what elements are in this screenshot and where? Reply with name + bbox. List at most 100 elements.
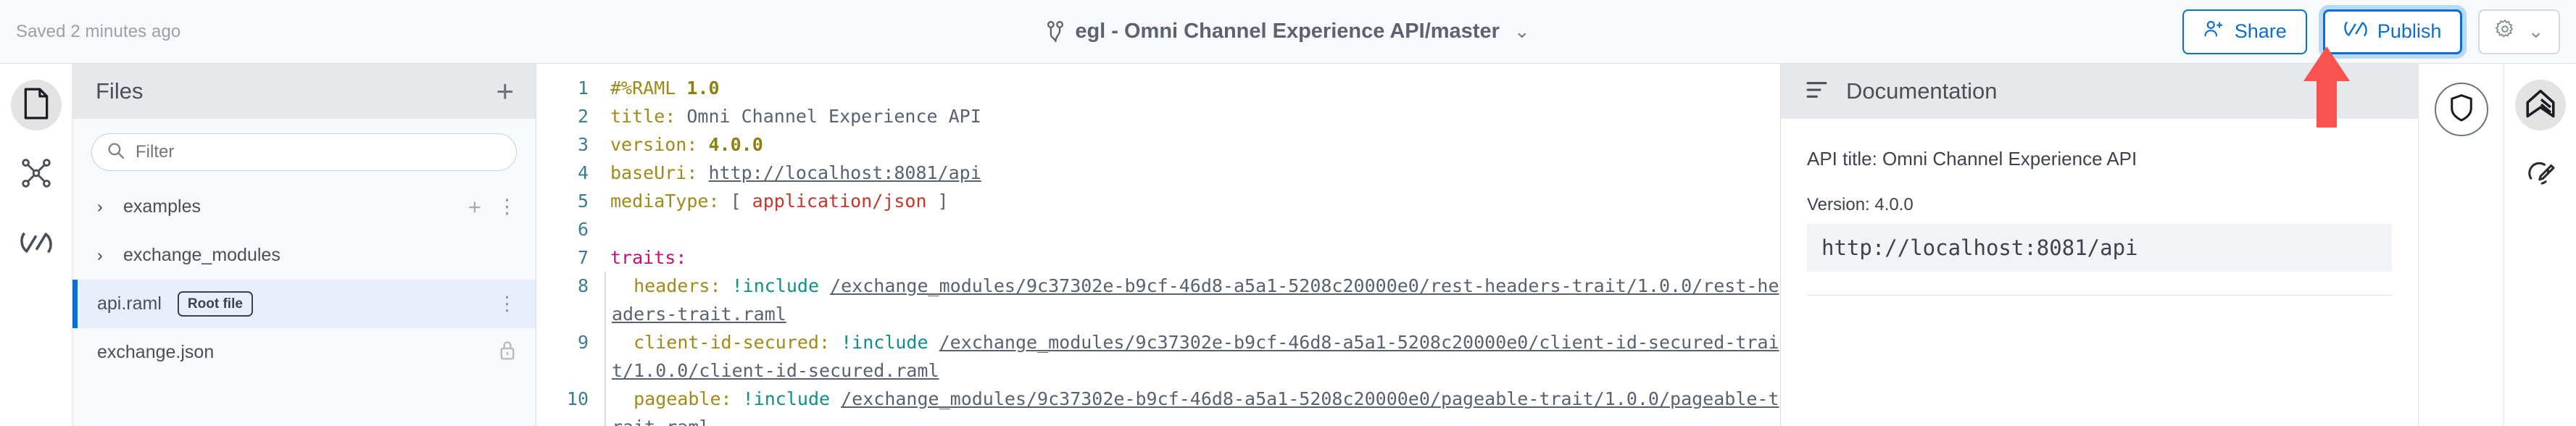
code-editor[interactable]: 1 #%RAML 1.0 2 title: Omni Channel Experien… [536,64,1780,426]
file-tree: › examples + ⋮ › exchange_modules api.ra… [72,183,536,426]
rail-item-exchange[interactable] [11,219,62,270]
rail-item-bookmark[interactable] [2514,80,2566,130]
tree-row-api-raml[interactable]: api.raml Root file ⋮ [72,280,536,328]
rail-item-files[interactable] [10,80,62,130]
code-line-text: client-id-secured: !include /exchange_mo… [604,328,1780,385]
code-line: 7 traits: [536,243,1780,272]
right-icon-rail [2504,64,2576,426]
code-token: baseUri: [610,162,698,183]
rail-item-graph[interactable] [11,149,62,200]
mulesoft-publish-icon [2344,18,2367,45]
line-number: 4 [577,162,589,183]
rail-item-settings-edit[interactable] [2515,149,2566,200]
user-plus-icon [2203,18,2224,45]
line-number: 8 [577,275,589,296]
security-shield-button[interactable] [2434,83,2488,136]
code-line-text: traits: [589,243,1780,272]
mulesoft-exchange-icon [20,228,52,261]
code-line-text: mediaType: [ application/json ] [589,187,1780,215]
top-bar: Saved 2 minutes ago egl - Omni Channel E… [0,0,2576,64]
plus-icon[interactable]: + [468,196,481,218]
code-line-text: title: Omni Channel Experience API [589,102,1780,130]
add-file-button[interactable]: + [496,76,514,106]
publish-label: Publish [2377,20,2442,42]
left-icon-rail [0,64,72,426]
chevron-down-icon: ⌄ [2527,20,2544,42]
documentation-body: API title: Omni Channel Experience API V… [1781,119,2418,296]
status-badge: Root file [177,291,253,317]
chevron-down-icon[interactable]: ⌄ [1514,20,1530,43]
code-line-text: headers: !include /exchange_modules/9c37… [604,272,1780,328]
divider [1807,295,2392,296]
code-line-text: baseUri: http://localhost:8081/api [589,159,1780,187]
bookmark-chevron-icon [2525,88,2556,122]
align-list-icon [1806,79,1830,104]
doc-base-uri: http://localhost:8081/api [1807,224,2392,272]
code-token: !include [731,275,820,296]
chevron-right-icon[interactable]: › [97,246,110,265]
code-token: version: [610,134,698,155]
tree-row-exchange-json[interactable]: exchange.json [72,328,536,377]
code-line: 1 #%RAML 1.0 [536,74,1780,102]
shield-rail [2418,64,2504,426]
code-token: title: [610,106,676,127]
code-line: 10 pageable: !include /exchange_modules/… [536,385,1780,426]
tree-row-exchange-modules[interactable]: › exchange_modules [72,231,536,280]
kebab-menu-icon[interactable]: ⋮ [497,294,517,314]
main-body: Files + › examples [0,64,2576,426]
code-token: client-id-secured: [612,332,831,353]
documentation-panel: Documentation API title: Omni Channel Ex… [1780,64,2418,426]
share-button[interactable]: Share [2182,9,2307,54]
line-number: 7 [577,247,589,268]
list-item-label: examples [123,196,201,217]
files-panel-title: Files [96,78,144,104]
line-number: 10 [566,388,589,409]
line-number: 6 [577,219,589,240]
search-input[interactable] [136,142,502,162]
filter-box[interactable] [91,133,517,171]
code-token: headers: [612,275,721,296]
file-document-icon [23,87,49,123]
settings-menu-button[interactable]: ⌄ [2478,9,2560,54]
code-line: 8 headers: !include /exchange_modules/9c… [536,272,1780,328]
code-token: !include [841,332,928,353]
code-line: 6 [536,215,1780,243]
publish-button[interactable]: Publish [2322,9,2463,54]
line-number: 1 [577,78,589,99]
page-title: egl - Omni Channel Experience API/master [1075,20,1500,43]
git-branch-icon [1046,20,1065,43]
list-item-label: api.raml [97,293,162,314]
line-number: 3 [577,134,589,155]
doc-api-title: API title: Omni Channel Experience API [1807,148,2137,170]
code-token: 4.0.0 [708,134,763,155]
list-item-label: exchange.json [97,342,215,362]
code-token: pageable: [612,388,732,409]
search-icon [107,141,125,164]
code-line-text [589,215,1780,243]
code-token: application/json [752,191,927,212]
code-token: http://localhost:8081/api [708,162,981,183]
share-label: Share [2234,20,2287,42]
project-title-dropdown[interactable]: egl - Omni Channel Experience API/master… [1046,20,1530,43]
line-number: 9 [577,332,589,353]
code-token: ] [926,191,949,212]
code-token: #%RAML [610,78,687,99]
kebab-menu-icon[interactable]: ⋮ [497,197,517,217]
code-token: !include [742,388,831,409]
code-token: Omni Channel Experience API [676,106,981,127]
tree-row-examples[interactable]: › examples + ⋮ [72,183,536,231]
line-number: 2 [577,106,589,127]
lock-icon [498,339,517,366]
chevron-right-icon[interactable]: › [97,197,110,217]
gear-icon [2494,18,2516,45]
filter-container [72,119,536,183]
code-line: 4 baseUri: http://localhost:8081/api [536,159,1780,187]
list-item-label: exchange_modules [123,245,281,265]
files-panel: Files + › examples [72,64,536,426]
